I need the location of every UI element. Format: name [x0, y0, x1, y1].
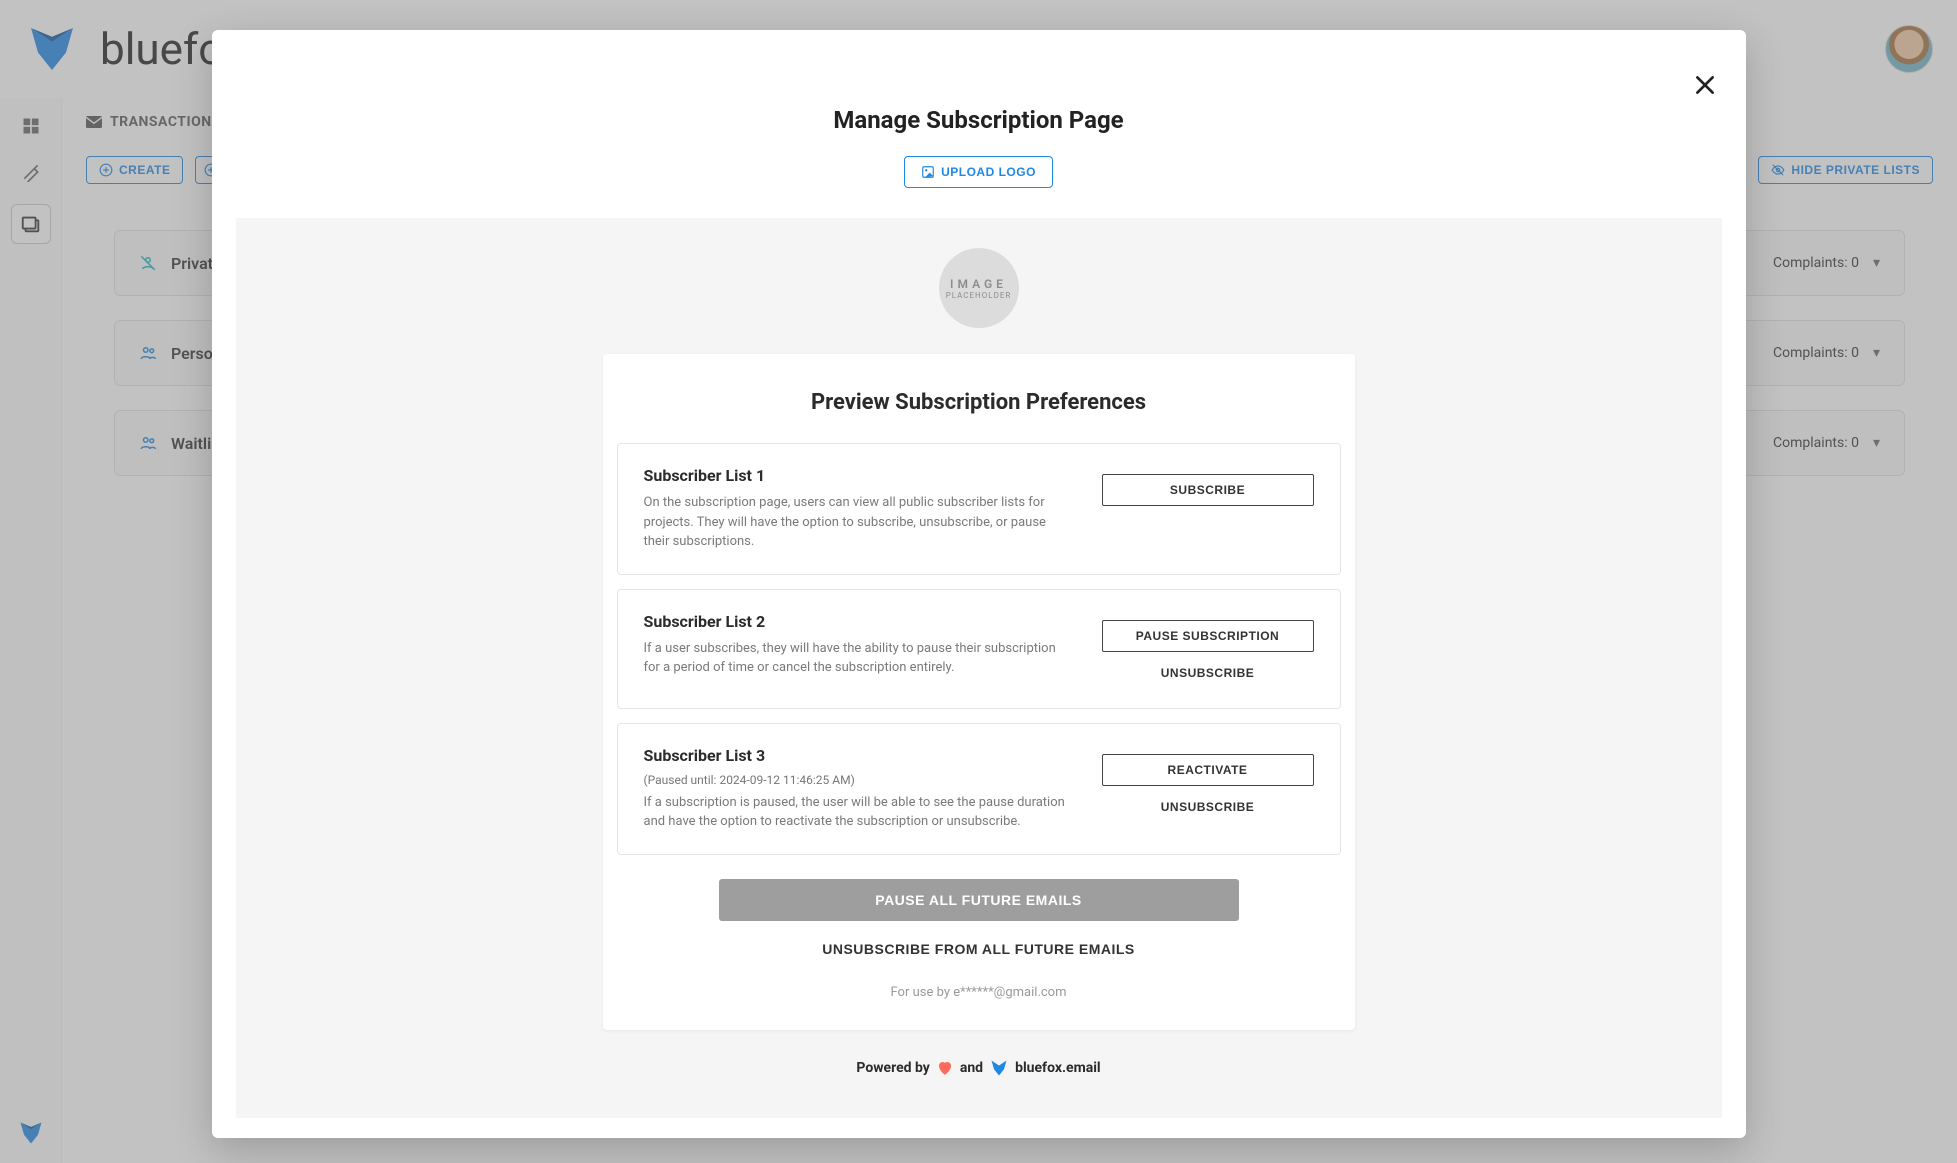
- placeholder-text-1: IMAGE: [950, 277, 1007, 291]
- subscription-desc: If a subscription is paused, the user wi…: [644, 793, 1072, 832]
- close-icon[interactable]: [1686, 66, 1724, 104]
- powered-by: Powered by and bluefox.email: [236, 1058, 1722, 1078]
- preferences-title: Preview Subscription Preferences: [617, 390, 1341, 415]
- subscription-item: Subscriber List 2 If a user subscribes, …: [617, 589, 1341, 709]
- pause-subscription-button[interactable]: PAUSE SUBSCRIPTION: [1102, 620, 1314, 652]
- subscribe-button[interactable]: SUBSCRIBE: [1102, 474, 1314, 506]
- for-use-label: For use by e******@gmail.com: [617, 985, 1341, 1000]
- powered-brand: bluefox.email: [1015, 1060, 1101, 1076]
- brand-icon: [989, 1058, 1009, 1078]
- logo-placeholder: IMAGE PLACEHOLDER: [939, 248, 1019, 328]
- preview-panel: IMAGE PLACEHOLDER Preview Subscription P…: [236, 218, 1722, 1118]
- subscription-desc: On the subscription page, users can view…: [644, 493, 1072, 552]
- unsubscribe-all-button[interactable]: UNSUBSCRIBE FROM ALL FUTURE EMAILS: [617, 921, 1341, 967]
- subscription-paused: (Paused until: 2024-09-12 11:46:25 AM): [644, 773, 1072, 787]
- subscription-desc: If a user subscribes, they will have the…: [644, 639, 1072, 678]
- unsubscribe-button[interactable]: UNSUBSCRIBE: [1102, 794, 1314, 820]
- reactivate-button[interactable]: REACTIVATE: [1102, 754, 1314, 786]
- pause-all-button[interactable]: PAUSE ALL FUTURE EMAILS: [719, 879, 1239, 921]
- upload-label: UPLOAD LOGO: [941, 165, 1036, 179]
- upload-logo-button[interactable]: UPLOAD LOGO: [904, 156, 1053, 188]
- subscription-item: Subscriber List 3 (Paused until: 2024-09…: [617, 723, 1341, 855]
- image-icon: [921, 165, 935, 179]
- powered-prefix: Powered by: [856, 1060, 929, 1076]
- powered-and: and: [960, 1060, 983, 1076]
- subscription-name: Subscriber List 3: [644, 746, 1072, 765]
- placeholder-text-2: PLACEHOLDER: [946, 291, 1012, 300]
- dialog-title: Manage Subscription Page: [212, 30, 1746, 134]
- subscription-name: Subscriber List 1: [644, 466, 1072, 485]
- subscription-name: Subscriber List 2: [644, 612, 1072, 631]
- unsubscribe-button[interactable]: UNSUBSCRIBE: [1102, 660, 1314, 686]
- heart-icon: [936, 1059, 954, 1077]
- preferences-card: Preview Subscription Preferences Subscri…: [603, 354, 1355, 1030]
- manage-subscription-dialog: Manage Subscription Page UPLOAD LOGO IMA…: [212, 30, 1746, 1138]
- subscription-item: Subscriber List 1 On the subscription pa…: [617, 443, 1341, 575]
